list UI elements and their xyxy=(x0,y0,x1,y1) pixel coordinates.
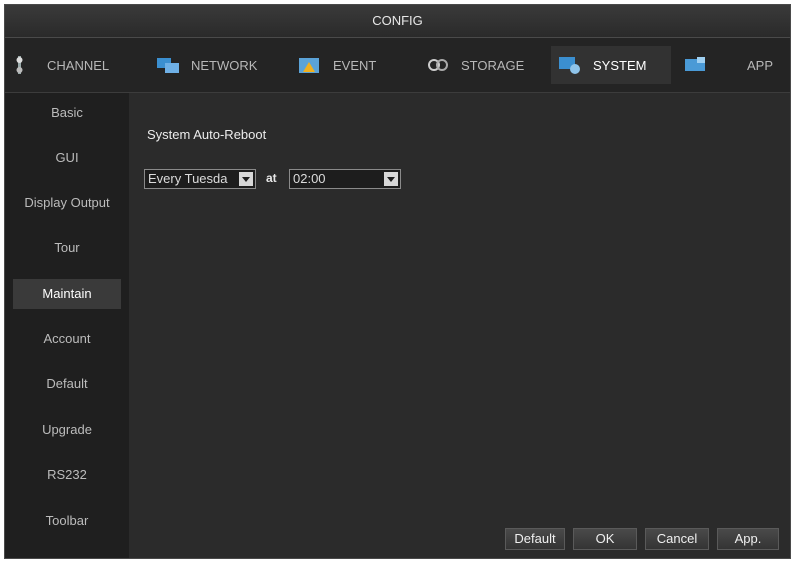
tab-label: STORAGE xyxy=(461,57,525,73)
cancel-button[interactable]: Cancel xyxy=(645,528,709,550)
sidebar-item-basic[interactable]: Basic xyxy=(13,98,121,128)
chevron-down-icon[interactable] xyxy=(384,172,398,186)
sidebar-item-upgrade[interactable]: Upgrade xyxy=(13,415,121,445)
reboot-day-select[interactable]: Every Tuesda xyxy=(144,169,256,189)
sidebar: Basic GUI Display Output Tour Maintain A… xyxy=(5,93,129,558)
main-panel: System Auto-Reboot Every Tuesda at 02:00 xyxy=(129,93,790,558)
tab-app[interactable]: APP xyxy=(683,48,773,82)
tab-storage[interactable]: STORAGE xyxy=(425,48,524,82)
window-title: CONFIG xyxy=(5,5,790,38)
tab-channel[interactable]: CHANNEL xyxy=(11,48,109,82)
tab-label: SYSTEM xyxy=(593,57,647,73)
section-title: System Auto-Reboot xyxy=(147,127,267,142)
tab-bar: CHANNEL NETWORK EVENT STORAGE SYSTEM APP xyxy=(5,38,790,93)
tab-label: CHANNEL xyxy=(47,57,110,73)
network-icon xyxy=(155,54,181,76)
apply-button[interactable]: App. xyxy=(717,528,779,550)
storage-icon xyxy=(425,54,451,76)
sidebar-item-account[interactable]: Account xyxy=(13,324,121,354)
reboot-time-select[interactable]: 02:00 xyxy=(289,169,401,189)
at-label: at xyxy=(266,171,277,185)
tab-label: EVENT xyxy=(333,57,377,73)
sidebar-item-maintain[interactable]: Maintain xyxy=(13,279,121,309)
config-window: CONFIG CHANNEL NETWORK EVENT STORAGE SYS… xyxy=(4,4,791,559)
sidebar-item-tour[interactable]: Tour xyxy=(13,233,121,263)
app-icon xyxy=(683,54,709,76)
tab-system[interactable]: SYSTEM xyxy=(551,46,671,84)
ok-button[interactable]: OK xyxy=(573,528,637,550)
reboot-time-value: 02:00 xyxy=(293,171,326,186)
default-button[interactable]: Default xyxy=(505,528,565,550)
sidebar-item-toolbar[interactable]: Toolbar xyxy=(13,506,121,536)
tab-label: APP xyxy=(747,57,774,73)
system-icon xyxy=(557,54,583,76)
tab-event[interactable]: EVENT xyxy=(297,48,376,82)
sidebar-item-display-output[interactable]: Display Output xyxy=(13,188,121,218)
tab-label: NETWORK xyxy=(191,57,258,73)
event-icon xyxy=(297,54,323,76)
reboot-day-value: Every Tuesda xyxy=(148,171,228,186)
chevron-down-icon[interactable] xyxy=(239,172,253,186)
channel-icon xyxy=(11,54,37,76)
sidebar-item-rs232[interactable]: RS232 xyxy=(13,460,121,490)
sidebar-item-default[interactable]: Default xyxy=(13,369,121,399)
tab-network[interactable]: NETWORK xyxy=(155,48,257,82)
sidebar-item-gui[interactable]: GUI xyxy=(13,143,121,173)
